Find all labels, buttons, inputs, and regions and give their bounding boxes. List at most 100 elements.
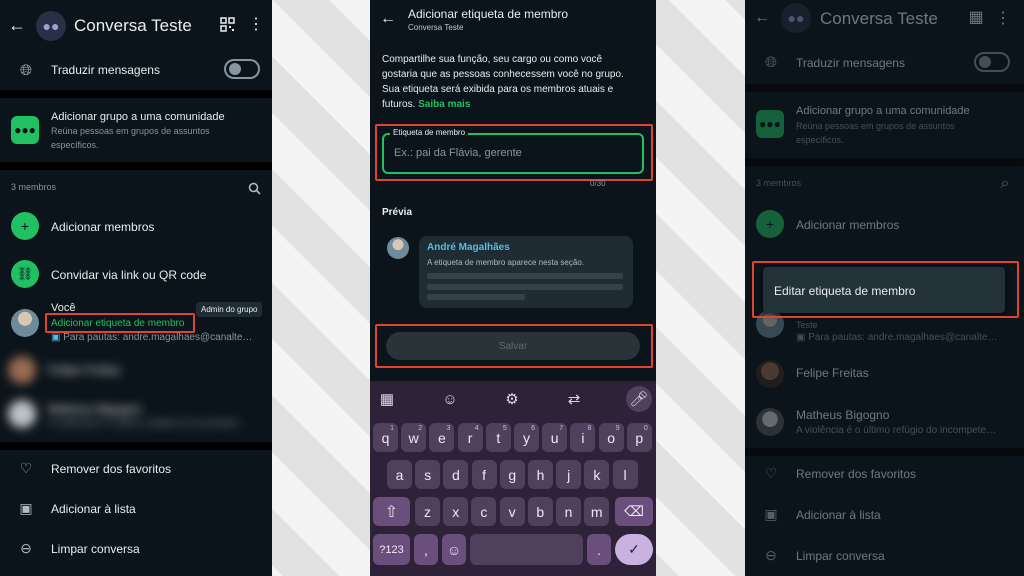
key-f[interactable]: f xyxy=(471,460,497,489)
key-label: e xyxy=(437,429,446,446)
members-count: 3 membros xyxy=(11,182,57,192)
add-to-community-title[interactable]: Adicionar grupo a uma comunidade xyxy=(51,111,225,123)
learn-more-link[interactable]: Saiba mais xyxy=(418,99,470,110)
key-z[interactable]: z xyxy=(415,497,440,526)
more-options-icon[interactable]: ⋮ xyxy=(248,14,264,34)
member-tag-panel: ← Adicionar etiqueta de membro Conversa … xyxy=(370,0,656,576)
shift-key[interactable]: ⇧ xyxy=(373,497,410,526)
key-label: h xyxy=(536,466,545,483)
key-i[interactable]: i8 xyxy=(570,423,596,452)
list-icon: ▣ xyxy=(19,499,33,516)
group-avatar[interactable]: ●● xyxy=(36,11,66,41)
key-g[interactable]: g xyxy=(499,460,525,489)
preview-name: André Magalhães xyxy=(427,242,510,253)
you-status-text: Para pautas: andre.magalhaes@canalte… xyxy=(63,332,253,343)
space-bar[interactable] xyxy=(470,534,583,565)
description-line-4: futuros. Saiba mais xyxy=(382,99,470,110)
key-label: z xyxy=(424,503,431,520)
key-p[interactable]: p0 xyxy=(626,423,652,452)
key-label: d xyxy=(451,466,460,483)
community-sub-1: Reúna pessoas em grupos de assuntos xyxy=(796,121,955,131)
emoji-icon[interactable]: ☺ xyxy=(442,534,466,565)
key-label: o xyxy=(607,429,615,446)
clear-chat[interactable]: Limpar conversa xyxy=(51,542,140,556)
translate-toggle[interactable] xyxy=(224,59,260,79)
community-sub-2: específicos. xyxy=(51,140,99,150)
remove-favorites[interactable]: Remover dos favoritos xyxy=(51,462,171,476)
key-b[interactable]: b xyxy=(527,497,553,526)
back-arrow-icon[interactable]: ← xyxy=(6,15,28,35)
add-members-label[interactable]: Adicionar membros xyxy=(51,220,154,234)
add-member-icon[interactable]: + xyxy=(11,212,39,240)
key-e[interactable]: e3 xyxy=(429,423,455,452)
preview-placeholder-line xyxy=(427,273,623,279)
key-h[interactable]: h xyxy=(528,460,553,489)
key-hint: 3 xyxy=(446,425,451,432)
members-count: 3 membros xyxy=(756,178,802,188)
sticker-icon[interactable]: ☺ xyxy=(439,389,461,409)
translate-icon[interactable]: ⇄ xyxy=(563,389,585,409)
unfavorite-heart-icon: ♡ xyxy=(19,459,33,476)
settings-gear-icon[interactable]: ⚙ xyxy=(501,389,523,409)
preview-card: André Magalhães A etiqueta de membro apa… xyxy=(419,236,633,308)
symbols-key[interactable]: ?123 xyxy=(373,534,410,565)
microphone-icon[interactable]: 🎤︎ xyxy=(626,386,652,412)
you-status-text: Para pautas: andre.magalhaes@canalte… xyxy=(808,332,998,343)
key-y[interactable]: y6 xyxy=(514,423,539,452)
key-j[interactable]: j xyxy=(556,460,582,489)
key-label: j xyxy=(567,466,571,483)
key-n[interactable]: n xyxy=(556,497,581,526)
back-arrow-icon: ← xyxy=(754,9,770,26)
comma-key[interactable]: , xyxy=(414,534,438,565)
group-info-panel: ← ●● Conversa Teste ⋮ 🌐︎ Traduzir mensag… xyxy=(0,0,272,576)
key-o[interactable]: o9 xyxy=(598,423,624,452)
globe-icon: 🌐︎ xyxy=(19,61,32,79)
key-c[interactable]: c xyxy=(471,497,497,526)
key-l[interactable]: l xyxy=(612,460,638,489)
key-label: a xyxy=(395,466,404,483)
key-hint: 1 xyxy=(390,425,394,432)
search-icon[interactable] xyxy=(246,180,262,196)
qr-code-icon[interactable] xyxy=(218,15,236,33)
save-button[interactable]: Salvar xyxy=(386,332,640,360)
add-to-list: Adicionar à lista xyxy=(796,508,881,522)
key-hint: 8 xyxy=(587,425,592,432)
translate-label: Traduzir mensagens xyxy=(51,63,160,77)
invite-link-label[interactable]: Convidar via link ou QR code xyxy=(51,268,206,282)
user-avatar[interactable] xyxy=(11,309,39,337)
backspace-key[interactable]: ⌫ xyxy=(615,497,653,526)
add-to-list[interactable]: Adicionar à lista xyxy=(51,502,136,516)
key-w[interactable]: w2 xyxy=(401,423,427,452)
enter-check-key[interactable]: ✓ xyxy=(615,534,653,565)
key-x[interactable]: x xyxy=(443,497,469,526)
clear-chat-icon: ⊖ xyxy=(765,546,777,563)
you-status: ▣ Para pautas: andre.magalhaes@canalte… xyxy=(51,332,252,343)
add-member-icon: + xyxy=(756,210,784,238)
key-t[interactable]: t5 xyxy=(485,423,511,452)
key-r[interactable]: r4 xyxy=(457,423,483,452)
key-s[interactable]: s xyxy=(415,460,441,489)
divider xyxy=(745,448,1024,456)
key-k[interactable]: k xyxy=(584,460,610,489)
key-label: r xyxy=(467,429,473,446)
key-a[interactable]: a xyxy=(387,460,412,489)
link-icon[interactable]: ⛓ xyxy=(11,260,39,288)
key-label: g xyxy=(508,466,517,483)
unfavorite-heart-icon: ♡ xyxy=(764,464,778,481)
key-label: p xyxy=(635,429,644,446)
key-q[interactable]: q1 xyxy=(373,423,398,452)
soft-keyboard: ▦ ☺ ⚙ ⇄ 🎤︎ ⇧ ⌫ ?123 , ☺ . ✓ q1w2e3r4t5y6… xyxy=(370,381,656,576)
apps-grid-icon[interactable]: ▦ xyxy=(376,389,398,409)
key-u[interactable]: u7 xyxy=(542,423,568,452)
key-m[interactable]: m xyxy=(584,497,610,526)
key-v[interactable]: v xyxy=(499,497,525,526)
key-d[interactable]: d xyxy=(443,460,469,489)
member-avatar-matheus xyxy=(756,408,784,436)
translate-toggle xyxy=(974,52,1010,72)
preview-avatar xyxy=(387,237,409,259)
divider xyxy=(745,158,1024,166)
back-arrow-icon[interactable]: ← xyxy=(378,9,398,29)
period-key[interactable]: . xyxy=(587,534,611,565)
preview-placeholder-line xyxy=(427,284,623,290)
description-futures: futuros. xyxy=(382,99,416,110)
